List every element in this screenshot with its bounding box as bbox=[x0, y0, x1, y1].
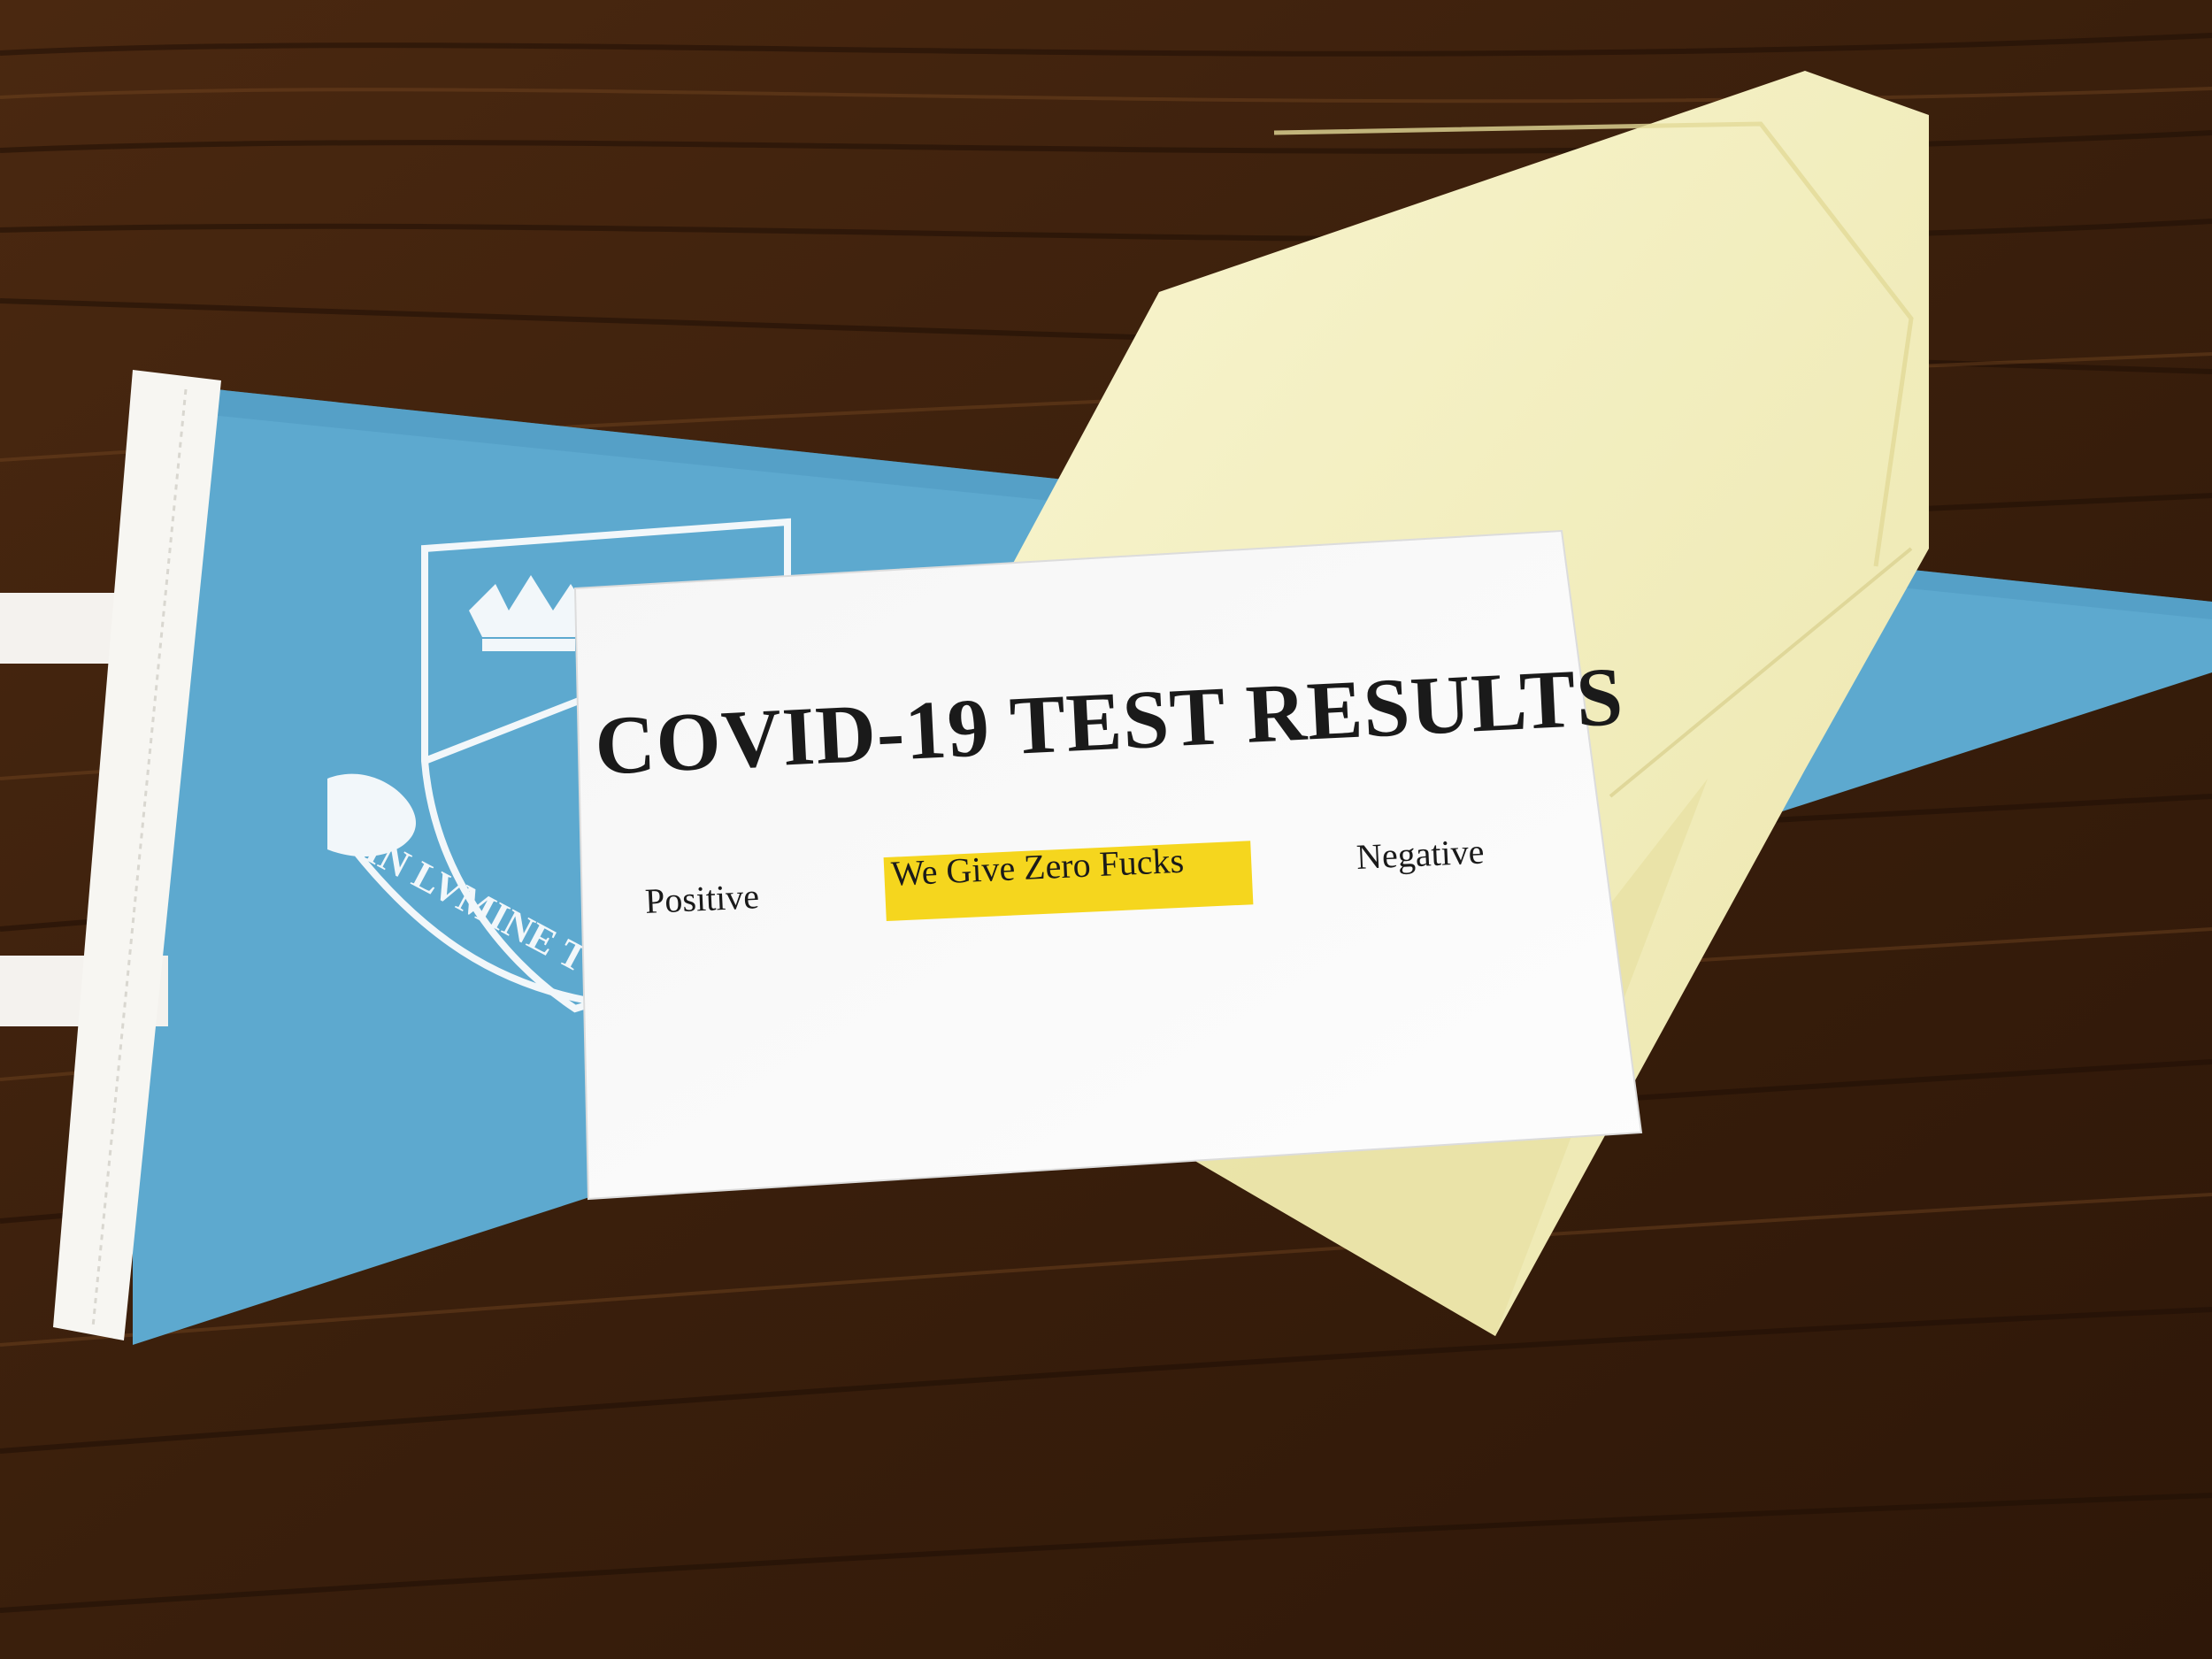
photo-scene: IN LVMINE TVO bbox=[0, 0, 2212, 1659]
results-card bbox=[573, 529, 1643, 1201]
